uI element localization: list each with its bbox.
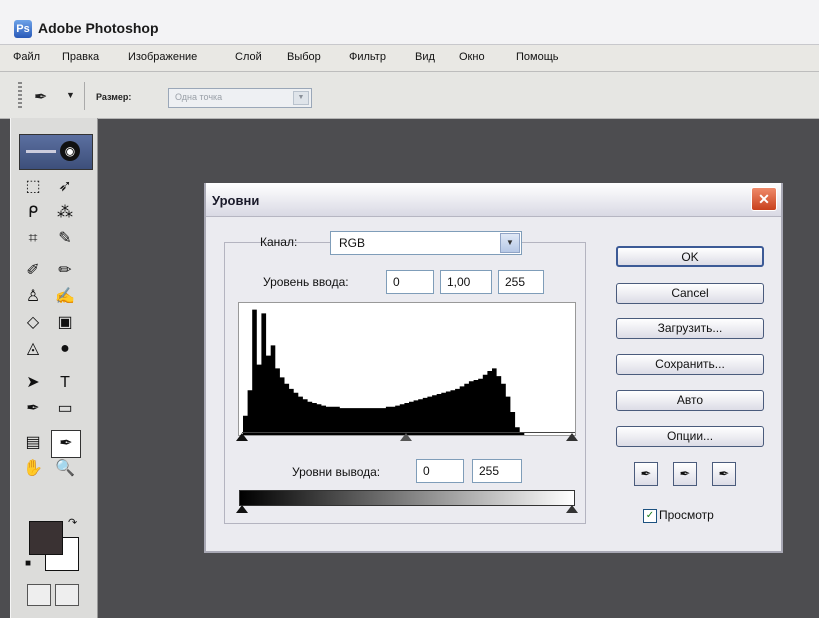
channel-value: RGB bbox=[339, 236, 366, 250]
output-white-field[interactable]: 255 bbox=[472, 459, 522, 483]
hand-tool-icon[interactable]: ✋ bbox=[19, 456, 47, 482]
toolbox-logo-bar bbox=[26, 150, 56, 153]
foreground-color-swatch[interactable] bbox=[29, 521, 63, 555]
pen-tool-icon[interactable]: ✒ bbox=[19, 396, 47, 422]
input-levels-label: Уровень ввода: bbox=[263, 275, 349, 289]
preview-checkbox[interactable]: ✓ bbox=[643, 509, 657, 523]
options-grip[interactable] bbox=[18, 82, 22, 110]
output-black-field[interactable]: 0 bbox=[416, 459, 464, 483]
standard-mode-icon[interactable] bbox=[27, 584, 51, 606]
notes-tool-icon[interactable]: ▤ bbox=[19, 430, 47, 456]
toolbox-logo[interactable]: ◉ bbox=[19, 134, 93, 170]
options-button[interactable]: Опции... bbox=[616, 426, 764, 447]
chevron-down-icon[interactable]: ▼ bbox=[66, 90, 75, 100]
close-icon[interactable]: ✕ bbox=[751, 187, 777, 211]
path-selection-icon[interactable]: ➤ bbox=[19, 370, 47, 396]
chevron-down-icon[interactable]: ▼ bbox=[500, 233, 520, 253]
eyedropper-tool-icon[interactable]: ✒ bbox=[51, 430, 81, 458]
size-select[interactable]: Одна точка ▼ bbox=[168, 88, 312, 108]
options-bar: ✒ ▼ Размер: Одна точка ▼ bbox=[0, 72, 819, 119]
slice-tool-icon[interactable]: ✎ bbox=[51, 226, 79, 252]
magic-wand-icon[interactable]: ⁂ bbox=[51, 200, 79, 226]
menu-window[interactable]: Окно bbox=[459, 51, 485, 63]
title-bar: Ps Adobe Photoshop bbox=[0, 0, 819, 45]
menu-select[interactable]: Выбор bbox=[287, 51, 321, 63]
stamp-tool-icon[interactable]: ♙ bbox=[19, 284, 47, 310]
size-label: Размер: bbox=[96, 92, 132, 102]
histogram-area bbox=[243, 309, 575, 435]
menu-help[interactable]: Помощь bbox=[516, 51, 559, 63]
dialog-title: Уровни bbox=[212, 193, 260, 208]
menu-file[interactable]: Файл bbox=[13, 51, 40, 63]
ok-button[interactable]: OK bbox=[616, 246, 764, 267]
chevron-down-icon[interactable]: ▼ bbox=[293, 91, 309, 105]
gray-point-eyedropper-icon[interactable]: ✒ bbox=[673, 462, 697, 486]
auto-button[interactable]: Авто bbox=[616, 390, 764, 411]
menu-edit[interactable]: Правка bbox=[62, 51, 99, 63]
channel-select[interactable]: RGB ▼ bbox=[330, 231, 522, 255]
menu-filter[interactable]: Фильтр bbox=[349, 51, 386, 63]
input-gamma-slider[interactable] bbox=[400, 433, 412, 441]
move-tool-icon[interactable]: ➶ bbox=[51, 174, 79, 200]
menu-view[interactable]: Вид bbox=[415, 51, 435, 63]
input-white-slider[interactable] bbox=[566, 433, 578, 441]
output-gradient bbox=[239, 490, 575, 506]
levels-dialog: Уровни ✕ Канал: RGB ▼ Уровень ввода: 0 1… bbox=[204, 183, 783, 553]
histogram-graph bbox=[243, 309, 575, 435]
brush-tool-icon[interactable]: ✏ bbox=[51, 258, 79, 284]
zoom-tool-icon[interactable]: 🔍 bbox=[51, 456, 79, 482]
eyedropper-icon[interactable]: ✒ bbox=[34, 87, 60, 107]
toolbox: ◉ ⬚ ➶ ᑭ ⁂ ⌗ ✎ ✐ ✏ ♙ ✍ ◇ ▣ ◬ ● ➤ T ✒ ▭ ▤ … bbox=[10, 118, 98, 618]
swap-colors-icon[interactable]: ↷ bbox=[68, 516, 77, 529]
eraser-tool-icon[interactable]: ◇ bbox=[19, 310, 47, 336]
crop-tool-icon[interactable]: ⌗ bbox=[19, 226, 47, 252]
default-colors-icon[interactable]: ■ bbox=[25, 558, 31, 569]
input-white-field[interactable]: 255 bbox=[498, 270, 544, 294]
output-levels-label: Уровни вывода: bbox=[292, 465, 381, 479]
input-black-field[interactable]: 0 bbox=[386, 270, 434, 294]
photoshop-app-icon: Ps bbox=[14, 20, 32, 38]
quick-mask-icon[interactable] bbox=[55, 584, 79, 606]
save-button[interactable]: Сохранить... bbox=[616, 354, 764, 375]
gradient-tool-icon[interactable]: ▣ bbox=[51, 310, 79, 336]
output-black-slider[interactable] bbox=[236, 505, 248, 513]
app-title: Adobe Photoshop bbox=[38, 20, 159, 36]
shape-tool-icon[interactable]: ▭ bbox=[51, 396, 79, 422]
photoshop-window: Ps Adobe Photoshop Файл Правка Изображен… bbox=[0, 0, 819, 618]
healing-brush-icon[interactable]: ✐ bbox=[19, 258, 47, 284]
load-button[interactable]: Загрузить... bbox=[616, 318, 764, 339]
menu-bar: Файл Правка Изображение Слой Выбор Фильт… bbox=[0, 45, 819, 72]
lasso-tool-icon[interactable]: ᑭ bbox=[19, 200, 47, 226]
blur-tool-icon[interactable]: ◬ bbox=[19, 336, 47, 362]
channel-label: Канал: bbox=[260, 235, 298, 249]
black-point-eyedropper-icon[interactable]: ✒ bbox=[634, 462, 658, 486]
dodge-tool-icon[interactable]: ● bbox=[51, 336, 79, 362]
history-brush-icon[interactable]: ✍ bbox=[51, 284, 79, 310]
divider bbox=[84, 82, 85, 110]
output-white-slider[interactable] bbox=[566, 505, 578, 513]
marquee-tool-icon[interactable]: ⬚ bbox=[19, 174, 47, 200]
cancel-button[interactable]: Cancel bbox=[616, 283, 764, 304]
dialog-title-bar: Уровни ✕ bbox=[206, 183, 781, 217]
eye-icon: ◉ bbox=[60, 141, 80, 161]
menu-image[interactable]: Изображение bbox=[128, 51, 197, 63]
input-black-slider[interactable] bbox=[236, 433, 248, 441]
preview-label: Просмотр bbox=[659, 508, 714, 522]
size-select-value: Одна точка bbox=[175, 92, 223, 102]
histogram bbox=[238, 302, 576, 436]
white-point-eyedropper-icon[interactable]: ✒ bbox=[712, 462, 736, 486]
type-tool-icon[interactable]: T bbox=[51, 370, 79, 396]
input-gamma-field[interactable]: 1,00 bbox=[440, 270, 492, 294]
menu-layer[interactable]: Слой bbox=[235, 51, 262, 63]
